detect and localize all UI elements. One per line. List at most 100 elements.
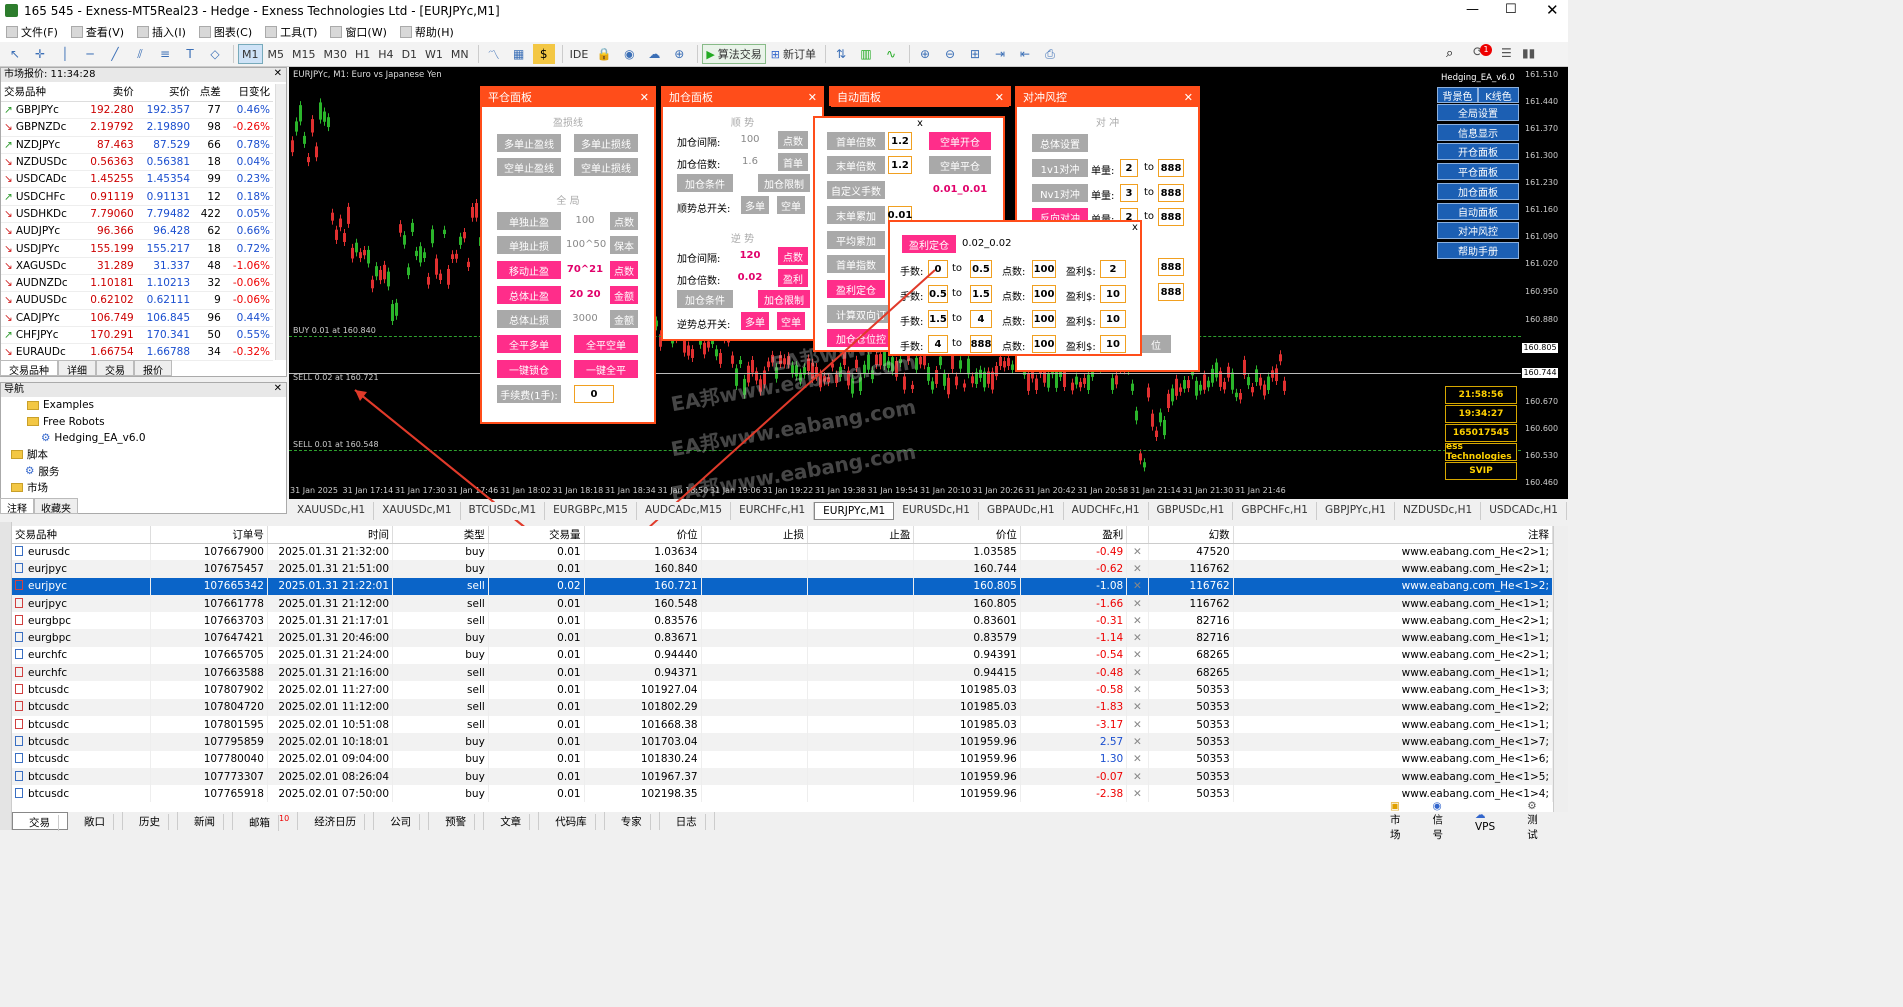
scrollbar[interactable] [1553, 526, 1568, 812]
trade-cell: 0.01 [488, 767, 585, 786]
toolbox-tab[interactable]: 邮箱 10 [233, 812, 299, 831]
trade-cell: 2025.02.01 07:50:00 [267, 785, 394, 803]
trade-cell: 0.01 [488, 594, 585, 613]
trade-row[interactable]: btcusdc 107807902 2025.02.01 11:27:00 sell 0… [12, 681, 1553, 699]
trade-cell [807, 733, 915, 751]
toolbox-tab[interactable]: 公司 [374, 812, 430, 830]
trade-row[interactable]: eurchfc 107663588 2025.01.31 21:16:00 sell 0… [12, 664, 1553, 682]
trade-row[interactable]: btcusdc 107765918 2025.02.01 07:50:00 buy 0.… [12, 785, 1553, 803]
status-market[interactable]: ▣ 市场 [1390, 800, 1417, 842]
close-position-icon[interactable]: ✕ [1126, 698, 1149, 716]
trade-cell: 1.03585 [913, 543, 1021, 561]
col-header[interactable]: 时间 [267, 526, 394, 544]
trade-cell: 0.01 [488, 664, 585, 682]
toolbox-tab[interactable]: 预警 [429, 812, 485, 830]
toolbox-tab[interactable]: 专家 [605, 812, 660, 830]
close-position-icon[interactable]: ✕ [1126, 577, 1149, 595]
close-position-icon[interactable]: ✕ [1126, 733, 1149, 751]
col-header[interactable]: 注释 [1233, 526, 1553, 544]
trade-row[interactable]: btcusdc 107773307 2025.02.01 08:26:04 buy 0.… [12, 767, 1553, 786]
toolbox-tab[interactable]: 文章 [484, 812, 540, 830]
trade-cell: 2025.02.01 11:27:00 [267, 681, 394, 699]
chart-tabs: XAUUSDc,H1 XAUUSDc,M1 BTCUSDc,M1 EURGBPc,M1… [289, 502, 1568, 520]
close-position-icon[interactable]: ✕ [1126, 715, 1149, 734]
close-position-icon[interactable]: ✕ [1126, 664, 1149, 682]
trade-cell: btcusdc [12, 767, 151, 786]
trade-cell: 107675457 [150, 560, 268, 578]
col-header[interactable]: 类型 [392, 526, 489, 544]
chart-tab[interactable]: NZDUSDc,H1 [1395, 502, 1482, 520]
trade-cell [701, 785, 809, 803]
trade-row[interactable]: btcusdc 107804720 2025.02.01 11:12:00 sell 0… [12, 698, 1553, 716]
chart-tab[interactable]: BTCUSDc,M1 [461, 502, 546, 520]
close-position-icon[interactable]: ✕ [1126, 560, 1149, 578]
trade-cell: 50353 [1148, 750, 1234, 768]
trade-cell [807, 543, 915, 561]
toolbox-tab[interactable]: 日志 [660, 812, 715, 830]
trade-row[interactable]: btcusdc 107780040 2025.02.01 09:04:00 buy 0.… [12, 750, 1553, 768]
trade-row[interactable]: eurusdc 107667900 2025.01.31 21:32:00 buy 0.… [12, 543, 1553, 561]
col-header[interactable]: 交易量 [488, 526, 585, 544]
chart-tab[interactable]: EURUSDc,H1 [894, 502, 979, 520]
signal-icon: ◉ [1432, 800, 1442, 812]
chart-tab[interactable]: XAUUSDc,M1 [374, 502, 461, 520]
trade-cell: 2025.02.01 09:04:00 [267, 750, 394, 768]
trade-cell: buy [392, 750, 489, 768]
status-vps[interactable]: ☁ VPS [1475, 809, 1511, 833]
col-header[interactable]: 幻数 [1148, 526, 1234, 544]
trade-row[interactable]: eurgbpc 107647421 2025.01.31 20:46:00 buy 0.… [12, 629, 1553, 647]
toolbox-tab[interactable]: 新闻 [178, 812, 233, 830]
status-tester[interactable]: ⚙ 测试 [1527, 800, 1554, 842]
col-header[interactable]: 价位 [913, 526, 1021, 544]
trade-cell: 2025.01.31 21:12:00 [267, 594, 394, 613]
col-header[interactable]: 止盈 [807, 526, 915, 544]
col-header[interactable] [1126, 526, 1149, 544]
chart-tab[interactable]: EURCHFc,H1 [731, 502, 815, 520]
chart-tab[interactable]: GBPCHFc,H1 [1233, 502, 1317, 520]
close-position-icon[interactable]: ✕ [1126, 646, 1149, 665]
close-position-icon[interactable]: ✕ [1126, 594, 1149, 613]
col-header[interactable]: 盈利 [1020, 526, 1128, 544]
toolbox-tab[interactable]: 交易 [12, 812, 68, 831]
trade-cell: 50353 [1148, 785, 1234, 803]
chart-tab[interactable]: XAUUSDc,H1 [289, 502, 375, 520]
toolbox-tab[interactable]: 敞口 [68, 812, 123, 830]
chart-tab[interactable]: AUDCADc,M15 [637, 502, 732, 520]
trade-row[interactable]: btcusdc 107795859 2025.02.01 10:18:01 buy 0.… [12, 733, 1553, 751]
toolbox-tab[interactable]: 历史 [123, 812, 178, 830]
col-header[interactable]: 交易品种 [12, 526, 151, 544]
chart-tab[interactable]: GBPAUDc,H1 [979, 502, 1064, 520]
trade-cell: 50353 [1148, 733, 1234, 751]
close-position-icon[interactable]: ✕ [1126, 785, 1149, 803]
trade-row[interactable]: eurchfc 107665705 2025.01.31 21:24:00 buy 0.… [12, 646, 1553, 665]
sell-order-icon [15, 684, 23, 695]
toolbox-tab[interactable]: 经济日历 [298, 812, 375, 830]
status-signals[interactable]: ◉ 信号 [1433, 800, 1460, 842]
close-position-icon[interactable]: ✕ [1126, 681, 1149, 699]
trade-row[interactable]: eurjpyc 107665342 2025.01.31 21:22:01 sell 0… [12, 577, 1553, 595]
chart-tab[interactable]: EURGBPc,M15 [545, 502, 637, 520]
trade-cell: 1.30 [1020, 750, 1128, 768]
trade-row[interactable]: btcusdc 107801595 2025.02.01 10:51:08 sell 0… [12, 715, 1553, 734]
chart-tab[interactable]: AUDCHFc,H1 [1064, 502, 1149, 520]
trade-cell: 160.548 [584, 594, 702, 613]
chart-tab[interactable]: GBPJPYc,H1 [1317, 502, 1395, 520]
close-position-icon[interactable]: ✕ [1126, 750, 1149, 768]
trade-cell: 116762 [1148, 560, 1234, 578]
trade-cell: -2.38 [1020, 785, 1128, 803]
chart-tab[interactable]: USDCADc,H1 [1481, 502, 1567, 520]
close-position-icon[interactable]: ✕ [1126, 612, 1149, 630]
trade-row[interactable]: eurjpyc 107675457 2025.01.31 21:51:00 buy 0.… [12, 560, 1553, 578]
trade-row[interactable]: eurjpyc 107661778 2025.01.31 21:12:00 sell 0… [12, 594, 1553, 613]
toolbox-tab[interactable]: 代码库 [539, 812, 605, 830]
chart-tab[interactable]: GBPUSDc,H1 [1149, 502, 1234, 520]
close-position-icon[interactable]: ✕ [1126, 629, 1149, 647]
close-position-icon[interactable]: ✕ [1126, 767, 1149, 786]
trade-row[interactable]: eurgbpc 107663703 2025.01.31 21:17:01 sell 0… [12, 612, 1553, 630]
chart-tab[interactable]: EURJPYc,M1 [814, 502, 895, 520]
trade-cell: 160.805 [913, 577, 1021, 595]
col-header[interactable]: 止损 [701, 526, 809, 544]
col-header[interactable]: 价位 [584, 526, 702, 544]
col-header[interactable]: 订单号 [150, 526, 268, 544]
close-position-icon[interactable]: ✕ [1126, 543, 1149, 561]
